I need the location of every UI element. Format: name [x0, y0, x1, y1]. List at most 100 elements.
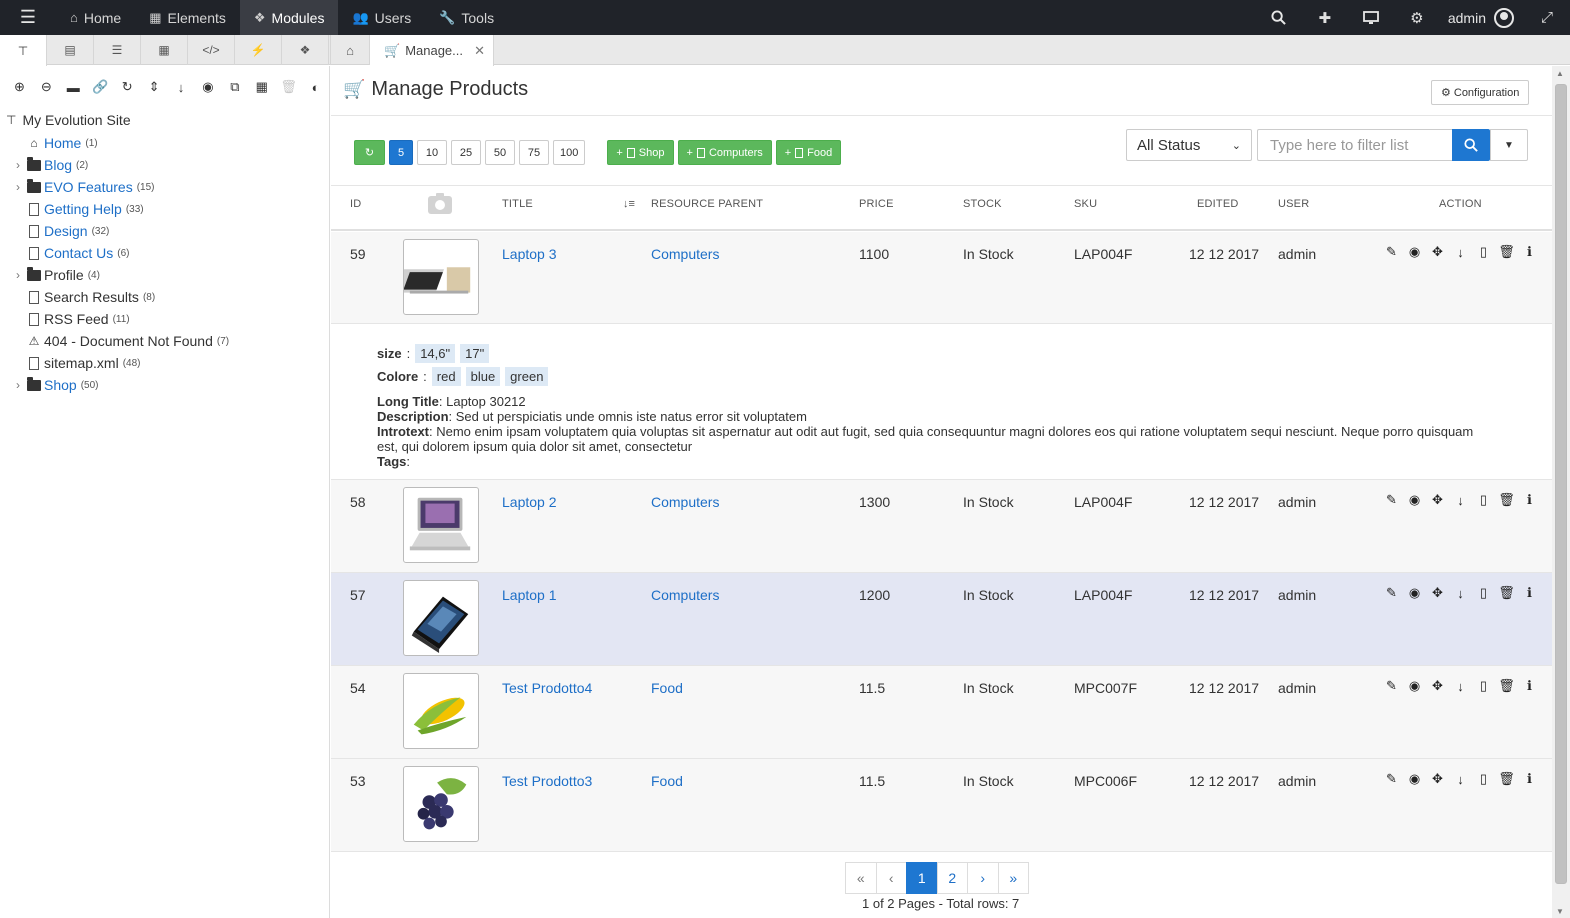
arrow-down-icon[interactable]: ↓	[1449, 491, 1472, 509]
page-2[interactable]: 2	[936, 862, 968, 894]
arrow-down-icon[interactable]: ↓	[1449, 584, 1472, 602]
col-edited[interactable]: EDITED	[1197, 198, 1239, 210]
user-menu[interactable]: admin	[1440, 7, 1524, 28]
col-title[interactable]: TITLE	[502, 198, 533, 210]
product-thumbnail[interactable]	[403, 487, 479, 563]
edit-icon[interactable]: ✎	[1380, 677, 1403, 695]
duplicate-icon[interactable]: ▯	[1472, 243, 1495, 261]
trash-icon[interactable]: 🗑	[1495, 584, 1518, 602]
trash-icon[interactable]: 🗑	[1495, 491, 1518, 509]
tree-node-label[interactable]: Blog	[44, 157, 72, 173]
edit-icon[interactable]: ✎	[1380, 584, 1403, 602]
chevron-right-icon[interactable]: ›	[10, 180, 26, 194]
cell-parent-link[interactable]: Computers	[651, 246, 719, 262]
duplicate-icon[interactable]: ▯	[1472, 584, 1495, 602]
cell-title-link[interactable]: Test Prodotto3	[502, 773, 592, 789]
tab-home[interactable]: ⌂	[330, 35, 370, 65]
move-icon[interactable]: ✥	[1426, 491, 1449, 509]
tree-node-label[interactable]: 404 - Document Not Found	[44, 333, 213, 349]
page-next[interactable]: ›	[967, 862, 999, 894]
page-size-button[interactable]: 75	[519, 140, 549, 165]
contrast-icon[interactable]: ◐	[302, 75, 329, 99]
page-1[interactable]: 1	[906, 862, 938, 894]
collapse-tree-icon[interactable]: ⊖	[33, 75, 60, 99]
status-select[interactable]: All Status ⌄	[1126, 129, 1252, 161]
cell-title-link[interactable]: Laptop 2	[502, 494, 557, 510]
nav-elements[interactable]: ▦ Elements	[135, 0, 240, 35]
expand-tree-icon[interactable]: ⊕	[6, 75, 33, 99]
tab-manage-products[interactable]: 🛒 Manage... ✕	[370, 35, 494, 66]
arrow-down-icon[interactable]: ↓	[1449, 243, 1472, 261]
product-thumbnail[interactable]	[403, 673, 479, 749]
desktop-icon[interactable]	[1348, 0, 1394, 35]
page-size-button[interactable]: 25	[451, 140, 481, 165]
sort-amount-icon[interactable]: ↓≡	[623, 198, 635, 210]
tree-node-label[interactable]: Getting Help	[44, 201, 122, 217]
trash-icon[interactable]: 🗑	[1495, 243, 1518, 261]
trash-icon[interactable]: 🗑	[275, 75, 302, 99]
tree-node[interactable]: sitemap.xml (48)	[6, 352, 329, 374]
cell-parent-link[interactable]: Computers	[651, 494, 719, 510]
page-size-button[interactable]: 5	[389, 140, 413, 165]
add-resource-button[interactable]: + Computers	[677, 140, 772, 165]
eye-icon[interactable]: ◉	[1403, 770, 1426, 788]
duplicate-icon[interactable]: ▯	[1472, 491, 1495, 509]
menu-toggle-icon[interactable]: ☰	[0, 0, 56, 35]
tree-node[interactable]: RSS Feed (11)	[6, 308, 329, 330]
page-size-button[interactable]: 10	[417, 140, 447, 165]
eye-icon[interactable]: ◉	[1403, 677, 1426, 695]
trash-icon[interactable]: 🗑	[1495, 677, 1518, 695]
sort-icon[interactable]: ⇕	[141, 75, 168, 99]
tree-node[interactable]: Contact Us (6)	[6, 242, 329, 264]
duplicate-icon[interactable]: ▯	[1472, 770, 1495, 788]
nav-modules[interactable]: ❖ Modules	[239, 0, 339, 35]
table-row[interactable]: 58 Laptop 2 Computers 1300 In Stock LAP004F 12…	[331, 480, 1552, 573]
fullscreen-icon[interactable]: ⤢	[1524, 0, 1570, 35]
tab-snippets[interactable]: </>	[188, 35, 235, 65]
eye-icon[interactable]: ◉	[1403, 243, 1426, 261]
scroll-down-icon[interactable]: ▼	[1556, 907, 1564, 916]
tree-node-label[interactable]: EVO Features	[44, 179, 133, 195]
move-icon[interactable]: ✥	[1426, 770, 1449, 788]
chevron-right-icon[interactable]: ›	[10, 268, 26, 282]
cell-parent-link[interactable]: Food	[651, 773, 683, 789]
col-sku[interactable]: SKU	[1074, 198, 1097, 210]
eye-icon[interactable]: ◉	[1403, 584, 1426, 602]
tree-node[interactable]: › Profile (4)	[6, 264, 329, 286]
tree-node-label[interactable]: Design	[44, 223, 88, 239]
edit-icon[interactable]: ✎	[1380, 243, 1403, 261]
nav-home[interactable]: ⌂ Home	[56, 0, 135, 35]
chevron-right-icon[interactable]: ›	[10, 158, 26, 172]
tree-node[interactable]: › Blog (2)	[6, 154, 329, 176]
tree-node-label[interactable]: RSS Feed	[44, 311, 109, 327]
plus-icon[interactable]: ✚	[1302, 0, 1348, 35]
tree-root[interactable]: ⊤ My Evolution Site	[6, 108, 329, 132]
cell-title-link[interactable]: Laptop 3	[502, 246, 557, 262]
tree-node[interactable]: › EVO Features (15)	[6, 176, 329, 198]
table-row[interactable]: 57 Laptop 1 Computers 1200 In Stock LAP004F 12…	[331, 573, 1552, 666]
grid-view-icon[interactable]: ▦	[248, 75, 275, 99]
tab-site-tree[interactable]: ⊤	[0, 35, 47, 66]
filter-dropdown-button[interactable]: ▼	[1490, 129, 1528, 161]
arrow-down-icon[interactable]: ↓	[1449, 677, 1472, 695]
new-weblink-icon[interactable]: 🔗	[87, 75, 114, 99]
info-icon[interactable]: ℹ	[1518, 243, 1541, 261]
edit-icon[interactable]: ✎	[1380, 491, 1403, 509]
tree-node-label[interactable]: Contact Us	[44, 245, 113, 261]
tree-node-label[interactable]: Shop	[44, 377, 77, 393]
tree-node-label[interactable]: sitemap.xml	[44, 355, 119, 371]
table-row[interactable]: 59 Laptop 3 Computers 1100 In Stock LAP004F 12…	[331, 232, 1552, 324]
search-icon[interactable]	[1256, 0, 1302, 35]
close-icon[interactable]: ✕	[474, 43, 485, 59]
camera-icon[interactable]: ◉	[194, 75, 221, 99]
tree-node-label[interactable]: Home	[44, 135, 81, 151]
cell-title-link[interactable]: Test Prodotto4	[502, 680, 592, 696]
page-size-button[interactable]: 50	[485, 140, 515, 165]
move-icon[interactable]: ✥	[1426, 243, 1449, 261]
nav-users[interactable]: 👥 Users	[338, 0, 425, 35]
search-button[interactable]	[1452, 129, 1490, 161]
new-document-icon[interactable]: ▬	[60, 75, 87, 99]
tree-node[interactable]: Design (32)	[6, 220, 329, 242]
sort-numeric-icon[interactable]: ↓	[168, 75, 195, 99]
add-resource-button[interactable]: + Food	[775, 140, 842, 165]
